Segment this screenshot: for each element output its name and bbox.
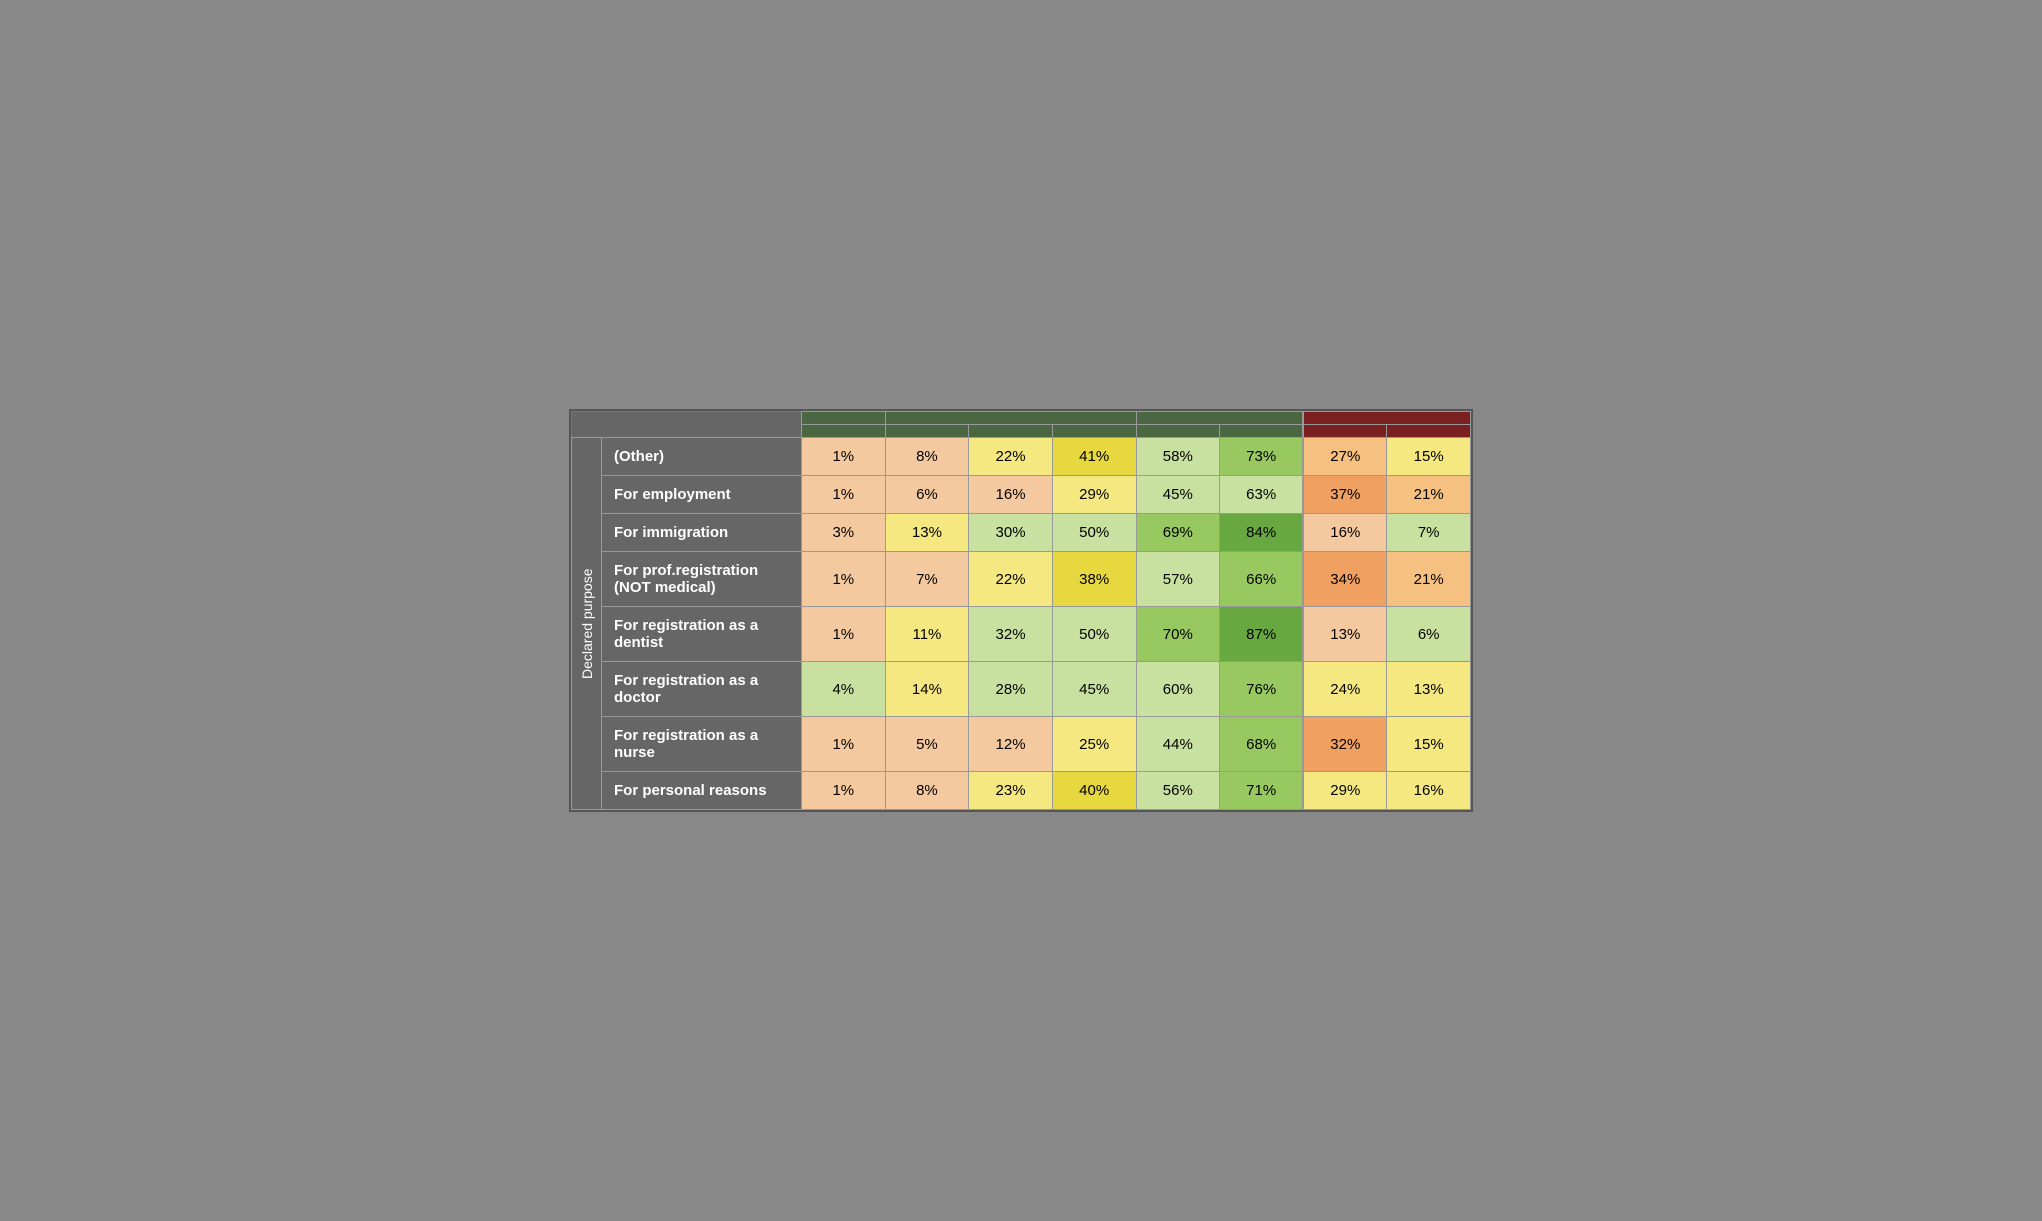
cell-r4-c6: 13% [1303,607,1387,662]
row-label-0: (Other) [602,438,802,476]
cell-r6-c1: 5% [885,717,969,772]
cell-r5-c0: 4% [802,662,886,717]
cell-r6-c7: 15% [1387,717,1471,772]
group-b1 [1303,412,1470,425]
cell-r5-c5: 76% [1220,662,1304,717]
cell-r2-c5: 84% [1220,514,1304,552]
cell-r7-c4: 56% [1136,772,1220,810]
cell-r2-c0: 3% [802,514,886,552]
cell-r7-c1: 8% [885,772,969,810]
cell-r7-c5: 71% [1220,772,1304,810]
group-c2 [802,412,886,425]
cell-r0-c7: 15% [1387,438,1471,476]
cell-r3-c5: 66% [1220,552,1304,607]
cell-r7-c6: 29% [1303,772,1387,810]
cell-r5-c2: 28% [969,662,1053,717]
cell-r4-c5: 87% [1220,607,1304,662]
cell-r2-c3: 50% [1052,514,1136,552]
cell-r5-c3: 45% [1052,662,1136,717]
side-label: Declared purpose [572,438,602,810]
band-75 [969,425,1053,438]
row-label-7: For personal reasons [602,772,802,810]
cell-r1-c6: 37% [1303,476,1387,514]
row-label-4: For registration as a dentist [602,607,802,662]
cell-r2-c2: 30% [969,514,1053,552]
row-label-2: For immigration [602,514,802,552]
band-lt55 [1387,425,1471,438]
band-85 [802,425,886,438]
cell-r1-c7: 21% [1387,476,1471,514]
cell-r3-c2: 22% [969,552,1053,607]
main-table-wrapper: Declared purpose(Other)1%8%22%41%58%73%2… [569,409,1473,812]
cell-r2-c6: 16% [1303,514,1387,552]
cell-r3-c6: 34% [1303,552,1387,607]
cell-r7-c7: 16% [1387,772,1471,810]
cell-r0-c6: 27% [1303,438,1387,476]
cell-r3-c4: 57% [1136,552,1220,607]
cell-r6-c2: 12% [969,717,1053,772]
band-6 [1220,425,1304,438]
cell-r2-c4: 69% [1136,514,1220,552]
cell-r0-c4: 58% [1136,438,1220,476]
cell-r1-c0: 1% [802,476,886,514]
general-band-label [572,425,802,438]
cell-r3-c3: 38% [1052,552,1136,607]
cell-r4-c7: 6% [1387,607,1471,662]
cell-r2-c1: 13% [885,514,969,552]
cell-r6-c3: 25% [1052,717,1136,772]
cell-r0-c2: 22% [969,438,1053,476]
cell-r3-c7: 21% [1387,552,1471,607]
cell-r7-c2: 23% [969,772,1053,810]
cell-r4-c1: 11% [885,607,969,662]
cell-r0-c0: 1% [802,438,886,476]
cell-r1-c5: 63% [1220,476,1304,514]
cell-r5-c4: 60% [1136,662,1220,717]
cell-r4-c2: 32% [969,607,1053,662]
row-label-6: For registration as a nurse [602,717,802,772]
cell-r1-c4: 45% [1136,476,1220,514]
cell-r1-c3: 29% [1052,476,1136,514]
cell-r4-c3: 50% [1052,607,1136,662]
band-lt6 [1303,425,1387,438]
band-8 [885,425,969,438]
cell-r6-c6: 32% [1303,717,1387,772]
cell-r6-c4: 44% [1136,717,1220,772]
band-7 [1052,425,1136,438]
row-label-5: For registration as a doctor [602,662,802,717]
cell-r1-c1: 6% [885,476,969,514]
row-label-1: For employment [602,476,802,514]
band-65 [1136,425,1220,438]
group-b2 [1136,412,1303,425]
cell-r6-c5: 68% [1220,717,1304,772]
cell-r3-c1: 7% [885,552,969,607]
cell-r3-c0: 1% [802,552,886,607]
cell-r6-c0: 1% [802,717,886,772]
cell-r2-c7: 7% [1387,514,1471,552]
cell-r5-c6: 24% [1303,662,1387,717]
cell-r0-c1: 8% [885,438,969,476]
row-label-3: For prof.registration (NOT medical) [602,552,802,607]
group-c1 [885,412,1136,425]
cell-r4-c4: 70% [1136,607,1220,662]
cell-r0-c5: 73% [1220,438,1304,476]
cell-r7-c3: 40% [1052,772,1136,810]
cell-r1-c2: 16% [969,476,1053,514]
cell-r4-c0: 1% [802,607,886,662]
cell-r5-c7: 13% [1387,662,1471,717]
cell-r5-c1: 14% [885,662,969,717]
watermark [572,412,802,425]
cell-r0-c3: 41% [1052,438,1136,476]
cell-r7-c0: 1% [802,772,886,810]
